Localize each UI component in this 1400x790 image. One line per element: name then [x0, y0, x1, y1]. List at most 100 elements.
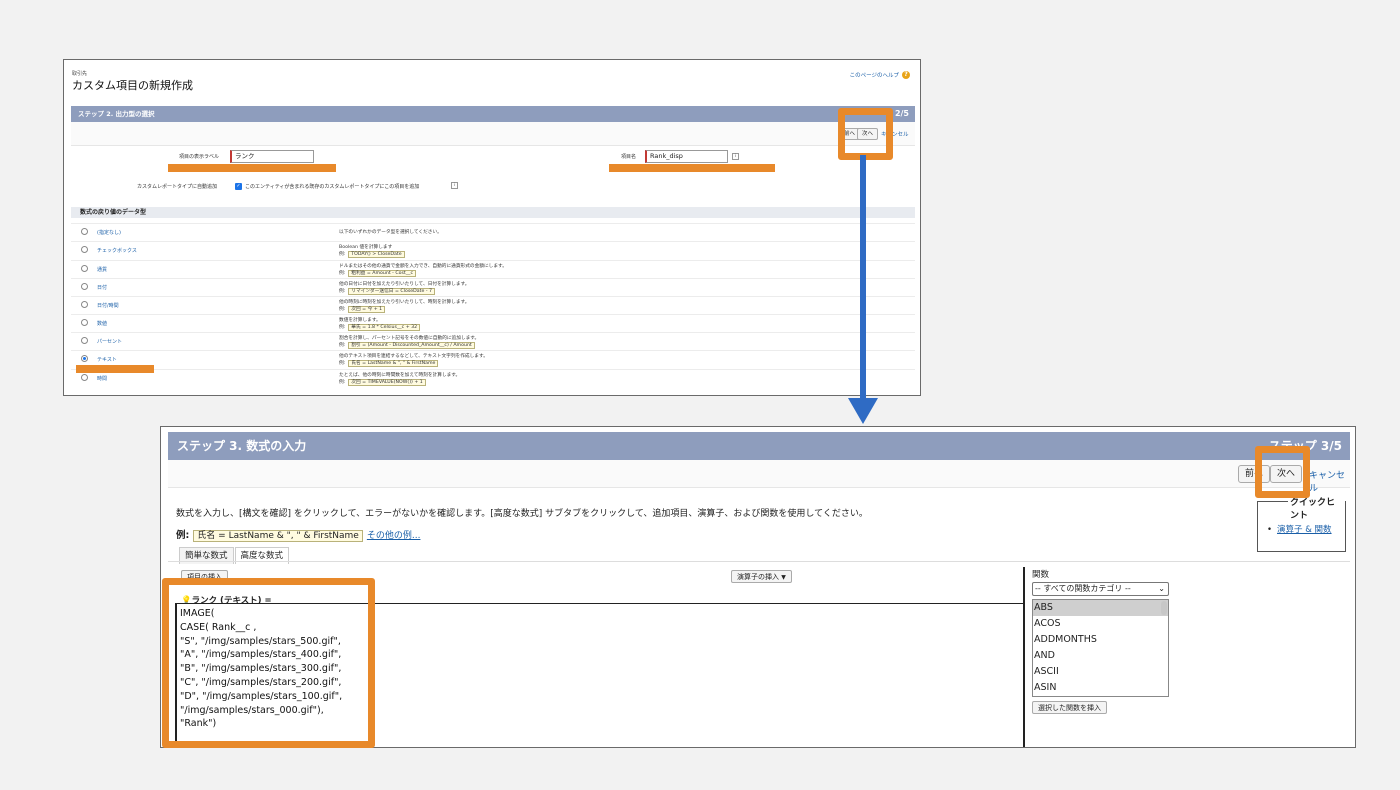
- field-name-input[interactable]: Rank_disp: [645, 150, 728, 163]
- report-info-icon[interactable]: i: [451, 182, 458, 189]
- example-prefix: 例:: [339, 289, 346, 294]
- return-type-radio[interactable]: [81, 283, 88, 290]
- return-type-label[interactable]: 通貨: [97, 266, 107, 273]
- return-type-label[interactable]: テキスト: [97, 356, 117, 363]
- return-type-label[interactable]: パーセント: [97, 338, 122, 345]
- return-type-example: 例: 次回 = TIMEVALUE(NOW()) + 1: [339, 379, 426, 386]
- return-type-radio[interactable]: [81, 355, 88, 362]
- chevron-down-icon: ▼: [781, 574, 786, 581]
- step2-window: 取引先 カスタム項目の新規作成 このページのヘルプ ? ステップ 2. 出力型の…: [63, 59, 921, 396]
- return-type-example: 例: 割引 = (Amount - Discounted_Amount__c) /…: [339, 342, 475, 349]
- function-item[interactable]: ABS: [1033, 600, 1168, 616]
- return-type-example: 例: 華氏 = 1.8 * Celsius__c + 32: [339, 324, 421, 331]
- example-label: 例:: [176, 530, 190, 541]
- editor-divider: [1023, 567, 1025, 747]
- functions-label: 関数: [1032, 570, 1050, 580]
- return-type-radio[interactable]: [81, 337, 88, 344]
- function-list[interactable]: ABS ACOS ADDMONTHS AND ASCII ASIN: [1032, 599, 1169, 697]
- return-type-description: 他の時刻に時刻を加えたり引いたりして、時刻を計算します。: [339, 300, 470, 305]
- step-header: ステップ 2. 出力型の選択 2/5: [71, 106, 915, 122]
- example-prefix: 例:: [339, 380, 346, 385]
- example-formula: 氏名 = LastName & ", " & FirstName: [193, 530, 363, 542]
- info-icon[interactable]: i: [732, 153, 739, 160]
- step-title: ステップ 3. 数式の入力: [177, 439, 307, 453]
- example-prefix: 例:: [339, 361, 346, 366]
- field-label-value: ランク: [235, 152, 255, 160]
- breadcrumb[interactable]: 取引先: [72, 70, 87, 77]
- return-type-description: 以下のいずれかのデータ型を選択してください。: [339, 230, 442, 235]
- example-formula: 次回 = TIMEVALUE(NOW()) + 1: [348, 379, 426, 386]
- option-row-divider: [71, 314, 915, 315]
- function-item[interactable]: AND: [1033, 648, 1168, 664]
- example-prefix: 例:: [339, 271, 346, 276]
- return-type-label[interactable]: 日付/時間: [97, 302, 119, 309]
- option-row-divider: [71, 369, 915, 370]
- quick-hint-box: クイックヒント 演算子 & 関数: [1257, 495, 1346, 552]
- return-type-description: 他の日付に日付を加えたり引いたりして、日付を計算します。: [339, 282, 470, 287]
- field-label-input[interactable]: ランク: [230, 150, 314, 163]
- function-item[interactable]: ACOS: [1033, 616, 1168, 632]
- example-formula: TODAY() > CloseDate: [348, 251, 405, 258]
- return-type-example: 例: TODAY() > CloseDate: [339, 251, 405, 258]
- report-type-text: このエンティティが含まれる既存のカスタムレポートタイプにこの項目を追加: [245, 184, 420, 190]
- return-type-radio[interactable]: [81, 265, 88, 272]
- scrollbar-thumb[interactable]: [1161, 601, 1167, 615]
- chevron-down-icon: ⌄: [1158, 584, 1165, 593]
- quick-hint-title: クイックヒント: [1288, 495, 1345, 521]
- return-type-radio[interactable]: [81, 228, 88, 235]
- operators-functions-link[interactable]: 演算子 & 関数: [1267, 523, 1332, 535]
- field-name-value: Rank_disp: [650, 152, 683, 160]
- return-type-description: ドルまたはその他の通貨で金額を入力でき、自動的に通貨形式の金額にします。: [339, 264, 507, 269]
- return-type-label[interactable]: 日付: [97, 284, 107, 291]
- insert-operator-button[interactable]: 演算子の挿入 ▼: [731, 570, 792, 583]
- button-row: 前へ 次へ キャンセル: [168, 460, 1350, 494]
- return-type-radio[interactable]: [81, 374, 88, 381]
- example-prefix: 例:: [339, 307, 346, 312]
- return-type-description: 割合を計算し、パーセント記号をその数値に自動的に追加します。: [339, 336, 480, 341]
- field-name-label: 項目名: [621, 154, 637, 160]
- next-button-highlight-step3: [1255, 446, 1310, 498]
- return-type-label[interactable]: 数値: [97, 320, 107, 327]
- formula-highlight: [162, 578, 375, 748]
- function-item[interactable]: ASIN: [1033, 680, 1168, 696]
- return-type-radio[interactable]: [81, 319, 88, 326]
- text-option-highlight: [76, 365, 154, 373]
- example-formula: 割引 = (Amount - Discounted_Amount__c) / A…: [348, 342, 475, 349]
- label-highlight: [168, 164, 336, 172]
- insert-operator-label: 演算子の挿入: [737, 573, 779, 581]
- return-type-example: 例: 次回 = 今 + 1: [339, 306, 386, 313]
- step-title: ステップ 2. 出力型の選択: [78, 110, 155, 118]
- option-row-divider: [71, 241, 915, 242]
- return-type-label[interactable]: 時間: [97, 375, 107, 382]
- function-category-select[interactable]: -- すべての関数カテゴリ -- ⌄: [1032, 582, 1169, 596]
- help-link-label[interactable]: このページのヘルプ: [850, 71, 899, 79]
- return-type-description: たとえば、他の時刻に時間数を加えて時刻を計算します。: [339, 373, 461, 378]
- return-type-label[interactable]: (指定なし): [97, 229, 121, 236]
- example-row: 例: 氏名 = LastName & ", " & FirstName その他の例.…: [176, 527, 421, 542]
- more-examples-link[interactable]: その他の例...: [367, 531, 421, 541]
- return-type-description: Boolean 値を計算します: [339, 245, 393, 250]
- field-label-label: 項目の表示ラベル: [179, 154, 220, 160]
- report-type-checkbox[interactable]: ✓: [235, 183, 242, 190]
- option-row-divider: [71, 296, 915, 297]
- insert-function-button[interactable]: 選択した関数を挿入: [1032, 701, 1107, 714]
- function-item[interactable]: ADDMONTHS: [1033, 632, 1168, 648]
- help-icon[interactable]: ?: [902, 71, 910, 79]
- example-prefix: 例:: [339, 325, 346, 330]
- example-formula: 次回 = 今 + 1: [348, 306, 386, 313]
- option-row-divider: [71, 350, 915, 351]
- return-type-example: 例: 粗利益 = Amount - Cost__c: [339, 270, 417, 277]
- button-row: 前へ 次へ キャンセル: [71, 122, 915, 146]
- return-type-radio[interactable]: [81, 246, 88, 253]
- step-number: 2/5: [894, 109, 909, 118]
- cancel-link[interactable]: キャンセル: [1309, 468, 1350, 494]
- return-type-description: 数値を計算します。: [339, 318, 381, 323]
- return-type-radio[interactable]: [81, 301, 88, 308]
- option-row-divider: [71, 278, 915, 279]
- function-item[interactable]: ASCII: [1033, 664, 1168, 680]
- help-link[interactable]: このページのヘルプ ?: [850, 71, 910, 79]
- return-type-label[interactable]: チェックボックス: [97, 247, 137, 254]
- page-title: カスタム項目の新規作成: [72, 79, 193, 92]
- function-category-value: -- すべての関数カテゴリ --: [1035, 584, 1131, 593]
- step-header: ステップ 3. 数式の入力 ステップ 3/5: [168, 432, 1350, 460]
